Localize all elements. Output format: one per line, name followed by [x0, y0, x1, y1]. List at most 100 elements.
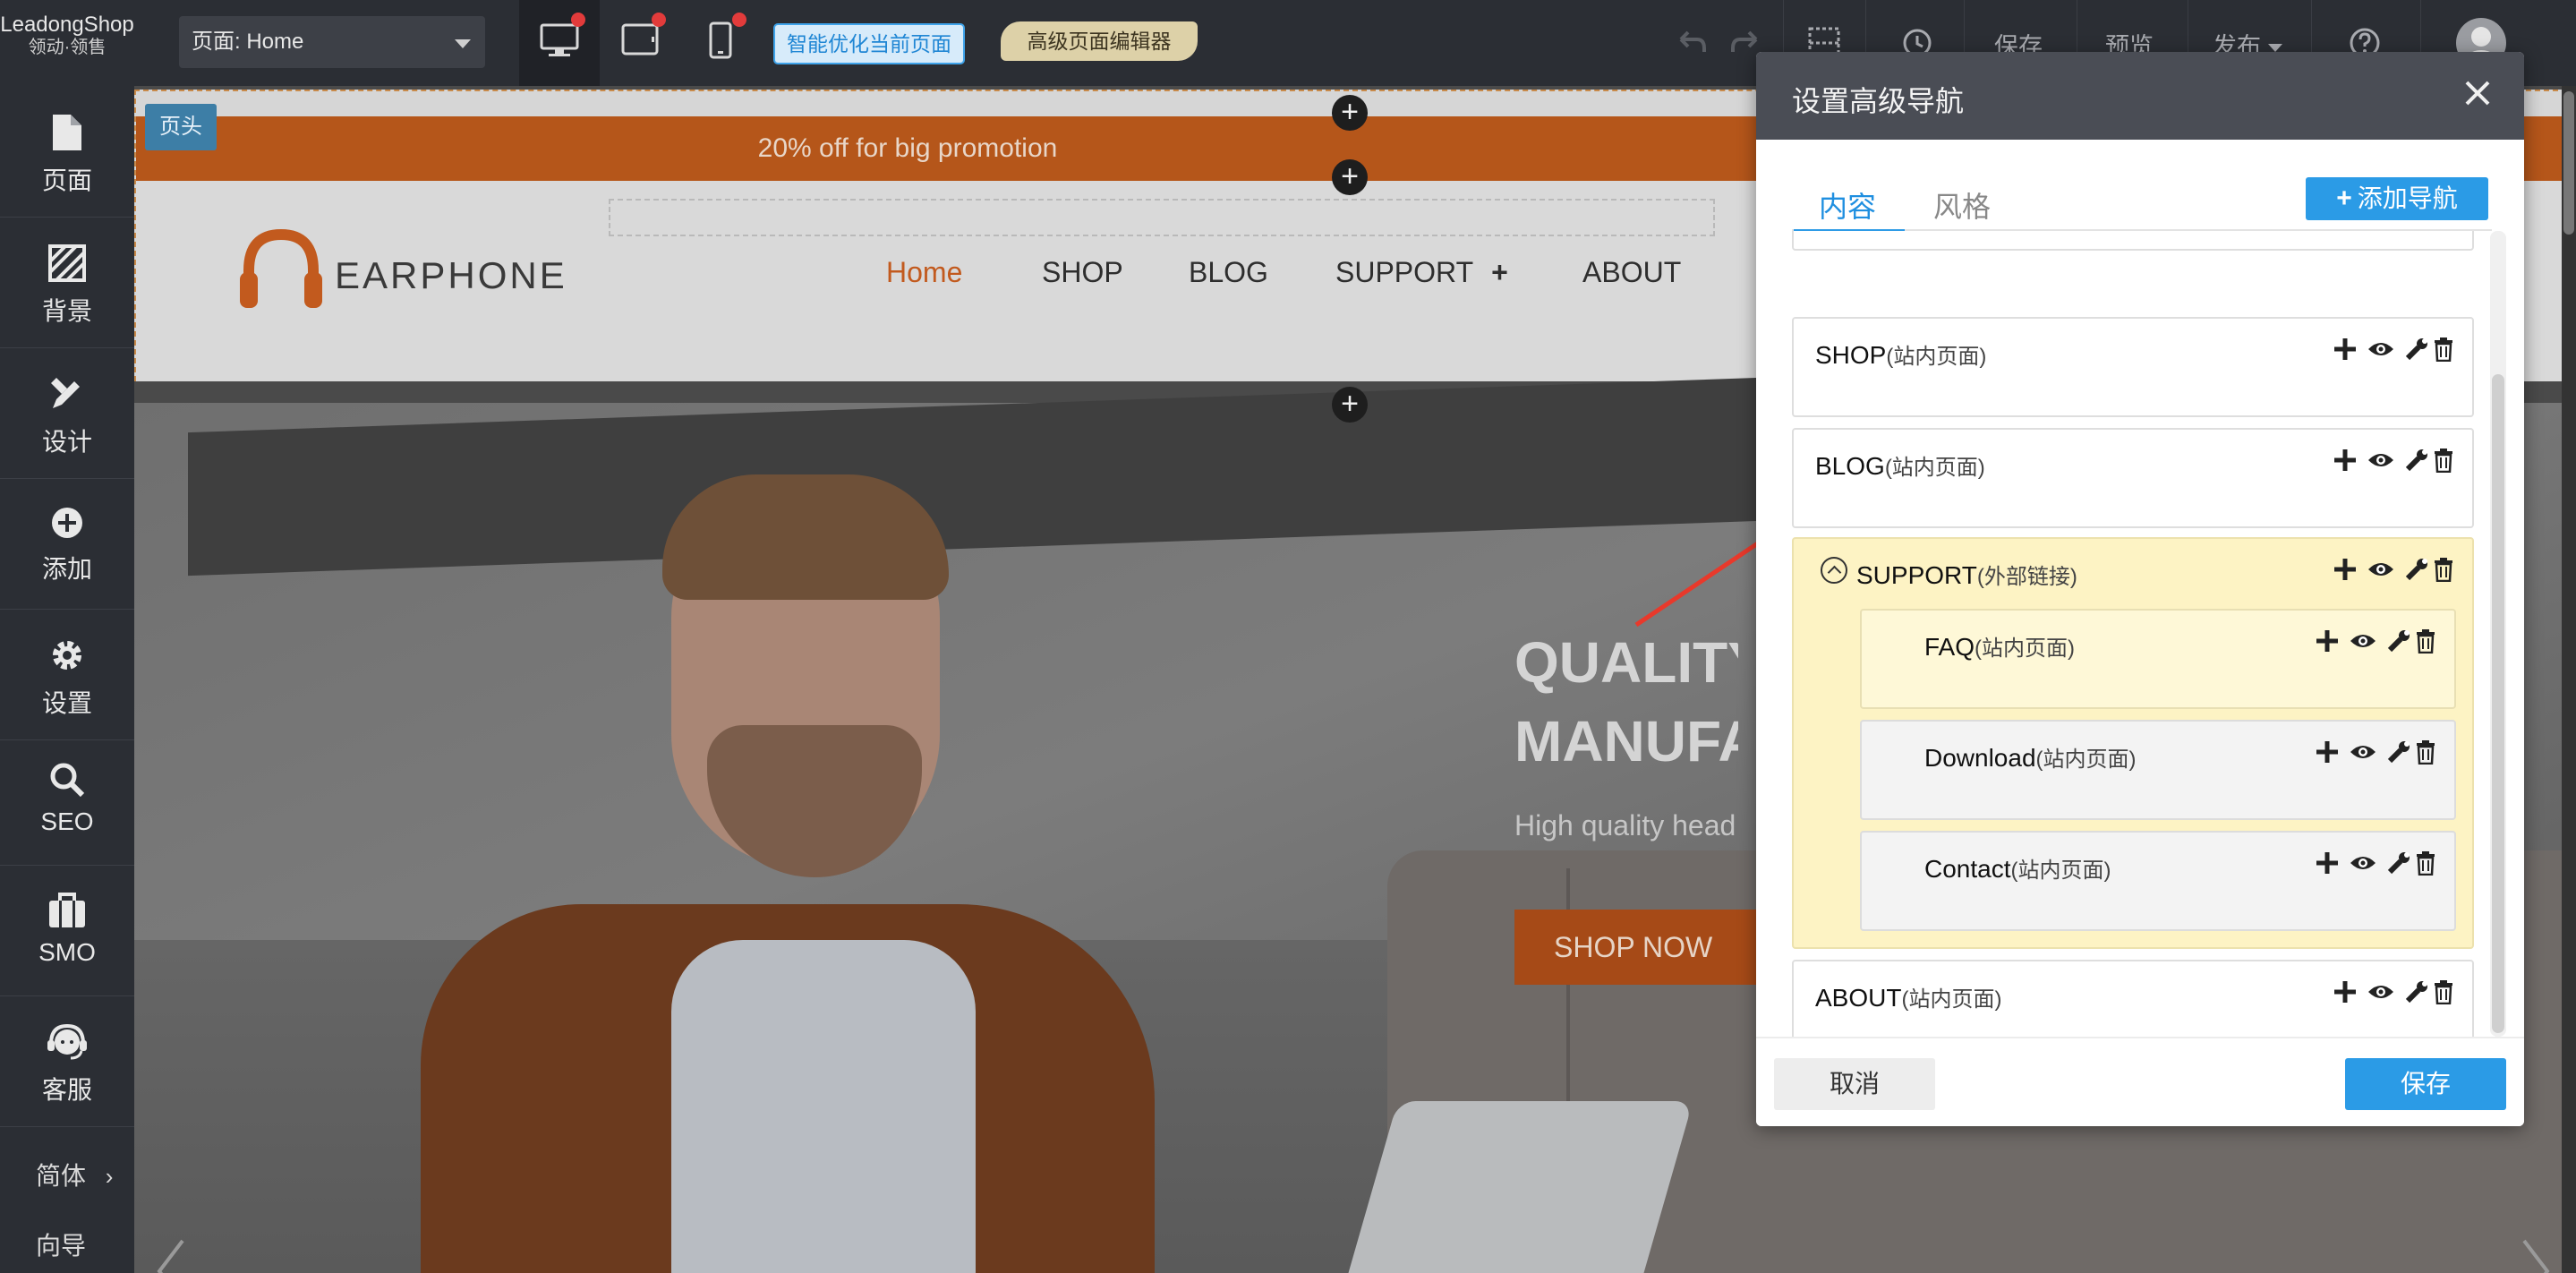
sidebar-item-add[interactable]: 添加 — [0, 478, 134, 609]
chevron-right-icon: › — [105, 1163, 114, 1190]
eye-icon[interactable] — [2367, 337, 2395, 366]
wrench-icon[interactable] — [2386, 628, 2411, 658]
nav-item-name: ABOUT — [1815, 984, 1902, 1012]
nav-link-blog[interactable]: BLOG — [1189, 256, 1268, 289]
page-header-tag[interactable]: 页头 — [145, 104, 217, 150]
add-nav-button[interactable]: + 添加导航 — [2306, 177, 2488, 220]
advanced-editor-button[interactable]: 高级页面编辑器 — [1001, 21, 1198, 61]
wrench-icon[interactable] — [2404, 557, 2429, 586]
eye-icon[interactable] — [2367, 557, 2395, 586]
trash-icon[interactable] — [2433, 337, 2454, 366]
nav-link-support[interactable]: SUPPORT + — [1335, 256, 1508, 289]
tab-content[interactable]: 内容 — [1793, 184, 1906, 233]
collapse-icon[interactable] — [1821, 557, 1847, 584]
eye-icon[interactable] — [2349, 628, 2377, 658]
wrench-icon[interactable] — [2386, 739, 2411, 769]
eye-icon[interactable] — [2367, 448, 2395, 477]
page-select[interactable]: 页面: Home — [179, 16, 485, 68]
sidebar-item-design[interactable]: 设计 — [0, 347, 134, 478]
wrench-icon[interactable] — [2404, 448, 2429, 477]
wrench-icon[interactable] — [2386, 850, 2411, 880]
sidebar-item-background[interactable]: 背景 — [0, 217, 134, 347]
nav-item-blog[interactable]: BLOG(站内页面) — [1792, 428, 2474, 528]
notification-dot — [652, 13, 666, 27]
trash-icon[interactable] — [2415, 628, 2436, 658]
trash-icon[interactable] — [2433, 979, 2454, 1009]
scrollbar-thumb[interactable] — [2492, 374, 2504, 1033]
add-section-icon[interactable]: + — [1332, 387, 1368, 423]
chevron-right-icon[interactable] — [2519, 1235, 2555, 1273]
add-child-icon[interactable] — [2333, 979, 2358, 1009]
eye-icon[interactable] — [2349, 739, 2377, 769]
nav-link-shop[interactable]: SHOP — [1042, 256, 1123, 289]
add-child-icon[interactable] — [2315, 739, 2340, 769]
dialog-scrollbar[interactable] — [2490, 231, 2506, 1037]
canvas-scrollbar[interactable] — [2562, 86, 2576, 1273]
search-icon — [50, 763, 85, 798]
sidebar-item-page[interactable]: 页面 — [0, 86, 134, 217]
background-icon — [48, 244, 86, 282]
item-actions — [2315, 739, 2436, 772]
trash-icon[interactable] — [2415, 739, 2436, 769]
add-child-icon[interactable] — [2333, 557, 2358, 586]
brand-logo[interactable]: LeadongShop 领动·领售 — [0, 13, 134, 58]
mobile-view-button[interactable] — [680, 0, 761, 86]
guide-link[interactable]: 向导 — [0, 1226, 134, 1262]
nav-item-name: Download — [1924, 744, 2036, 772]
sidebar-item-label: SEO — [40, 807, 94, 835]
desktop-view-button[interactable] — [519, 0, 600, 86]
list-item[interactable] — [1792, 231, 2474, 251]
nav-item-type: (站内页面) — [1886, 345, 1987, 369]
nav-link-about[interactable]: ABOUT — [1582, 256, 1681, 289]
trash-icon[interactable] — [2433, 448, 2454, 477]
add-child-icon[interactable] — [2333, 448, 2358, 477]
shop-now-button[interactable]: SHOP NOW — [1514, 910, 1756, 985]
scrollbar-thumb[interactable] — [2563, 91, 2574, 235]
sidebar-item-customer-service[interactable]: 客服 — [0, 995, 134, 1126]
undo-icon[interactable] — [1674, 25, 1710, 61]
ai-optimize-button[interactable]: 智能优化当前页面 — [773, 23, 965, 64]
nav-item-support[interactable]: SUPPORT(外部链接) FAQ(站内页面) Download(站内页面) C… — [1792, 537, 2474, 949]
close-icon[interactable] — [2461, 77, 2494, 109]
sidebar-item-label: 设计 — [41, 428, 92, 456]
sidebar-item-seo[interactable]: SEO — [0, 739, 134, 865]
nav-list: SHOP(站内页面) BLOG(站内页面) SUPPORT(外部链接) FAQ(… — [1756, 231, 2510, 1037]
add-section-icon[interactable]: + — [1332, 95, 1368, 131]
sidebar-item-smo[interactable]: SMO — [0, 865, 134, 995]
nav-item-faq[interactable]: FAQ(站内页面) — [1860, 609, 2456, 709]
add-child-icon[interactable] — [2315, 628, 2340, 658]
person-image — [671, 940, 976, 1273]
gear-icon — [53, 641, 81, 670]
wrench-icon[interactable] — [2404, 979, 2429, 1009]
nav-item-about[interactable]: ABOUT(站内页面) — [1792, 960, 2474, 1037]
nav-item-download[interactable]: Download(站内页面) — [1860, 720, 2456, 820]
eye-icon[interactable] — [2349, 850, 2377, 880]
trash-icon[interactable] — [2415, 850, 2436, 880]
wrench-icon[interactable] — [2404, 337, 2429, 366]
nav-item-name: Contact — [1924, 855, 2011, 883]
language-switch[interactable]: 简体 › — [0, 1157, 134, 1192]
language-label: 简体 — [36, 1162, 87, 1190]
chevron-left-icon[interactable] — [152, 1235, 188, 1273]
eye-icon[interactable] — [2367, 979, 2395, 1009]
tab-style[interactable]: 风格 — [1933, 184, 1991, 226]
trash-icon[interactable] — [2433, 557, 2454, 586]
nav-item-shop[interactable]: SHOP(站内页面) — [1792, 317, 2474, 417]
nav-item-contact[interactable]: Contact(站内页面) — [1860, 831, 2456, 931]
add-section-icon[interactable]: + — [1332, 159, 1368, 195]
divider — [0, 1126, 134, 1127]
add-circle-icon — [52, 508, 82, 538]
hero-title-line: MANUFA — [1514, 709, 1738, 773]
add-child-icon[interactable] — [2315, 850, 2340, 880]
add-child-icon[interactable] — [2333, 337, 2358, 366]
dialog-header: 设置高级导航 — [1756, 52, 2524, 140]
item-actions — [2333, 337, 2454, 369]
guide-label: 向导 — [36, 1232, 87, 1260]
cancel-button[interactable]: 取消 — [1774, 1058, 1935, 1110]
nav-item-type: (外部链接) — [1976, 565, 2077, 589]
save-button[interactable]: 保存 — [2345, 1058, 2506, 1110]
left-sidebar: 页面 背景 设计 添加 设置 SEO SMO 客服 简体 › 向导 — [0, 86, 134, 1273]
nav-link-home[interactable]: Home — [886, 256, 962, 289]
tablet-view-button[interactable] — [600, 0, 680, 86]
sidebar-item-settings[interactable]: 设置 — [0, 609, 134, 739]
